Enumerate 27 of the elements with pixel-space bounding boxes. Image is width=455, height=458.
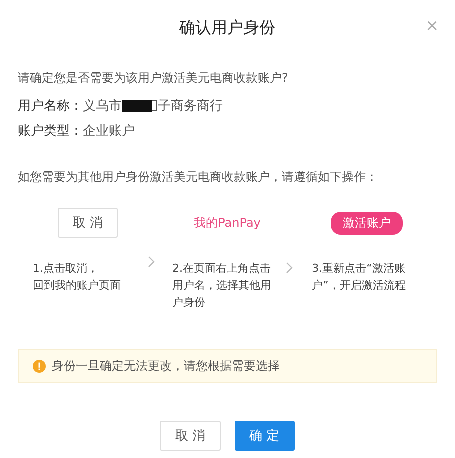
- field-value: 企业账户: [83, 122, 135, 140]
- activate-button-sample: 激活账户: [331, 212, 404, 234]
- step-text: 用户名，选择其他用: [172, 278, 272, 294]
- notice-text: 身份一旦确定无法更改，请您根据需要选择: [52, 358, 280, 374]
- field-label: 用户名称：: [18, 98, 83, 114]
- step-text: 回到我的账户页面: [32, 278, 121, 294]
- step-text: 3.重新点击“激活账: [312, 261, 406, 277]
- step-text: 户”，开启激活流程: [312, 278, 406, 294]
- account-link-sample: 我的PanPay: [194, 214, 261, 232]
- chevron-right-icon: [286, 262, 294, 274]
- dialog-title: 确认用户身份: [180, 18, 276, 38]
- partial-glyph-drawing: [152, 100, 157, 111]
- cancel-button[interactable]: 取 消: [160, 421, 220, 451]
- step-text: 户身份: [172, 295, 206, 311]
- confirm-button[interactable]: 确 定: [234, 421, 295, 451]
- warning-icon: [33, 360, 46, 372]
- step-text: 2.在页面右上角点击: [172, 261, 271, 277]
- instruction-text: 如您需要为其他用户身份激活美元电商收款账户，请遵循如下操作：: [18, 169, 379, 186]
- cancel-button-sample: 取 消: [58, 208, 118, 238]
- question-text: 请确定您是否需要为该用户激活美元电商收款账户?: [18, 70, 290, 87]
- redaction-mark: [122, 100, 152, 112]
- close-button[interactable]: ×: [422, 16, 443, 35]
- field-label: 账户类型：: [18, 122, 83, 140]
- step-text: 1.点击取消，: [32, 261, 98, 277]
- field-value: 子商务商行: [158, 98, 223, 114]
- field-value: 义乌市: [83, 98, 122, 114]
- chevron-right-icon: [148, 256, 156, 268]
